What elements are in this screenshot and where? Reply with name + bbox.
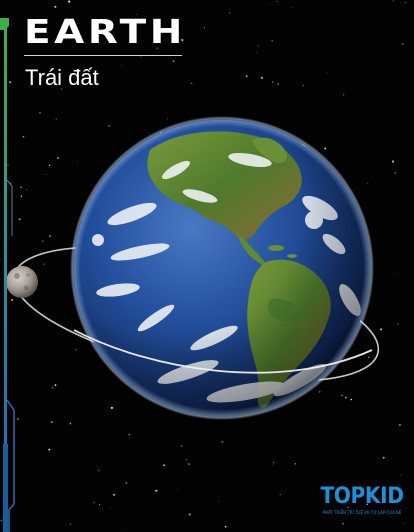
poster-title: EARTH [24,12,186,51]
earth-globe [70,116,374,420]
poster-subtitle: Trái đất [25,65,99,90]
brand-tagline: PHÁT TRIỂN TRÍ TUỆ VÀ TỰ LẬP CỦA BÉ [322,510,402,515]
earth-poster: EARTH Trái đất TOPKID PHÁT TRIỂN TRÍ TUỆ… [0,0,414,532]
moon [6,266,38,298]
title-divider [24,55,182,56]
brand-logo-text: TOPKID [320,484,404,509]
topkid-logo: TOPKID PHÁT TRIỂN TRÍ TUỆ VÀ TỰ LẬP CỦA … [316,484,408,516]
